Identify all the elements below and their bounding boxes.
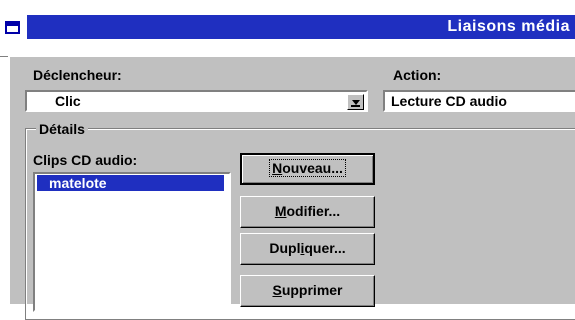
delete-label: upprimer <box>281 282 343 298</box>
title-bar-active[interactable]: Liaisons média <box>27 15 575 39</box>
trigger-value: Clic <box>55 93 81 109</box>
duplicate-label: quer... <box>304 240 346 256</box>
modify-accel: M <box>274 203 287 219</box>
window-title: Liaisons média <box>447 18 570 35</box>
details-label: Détails <box>36 121 88 137</box>
chevron-down-icon[interactable] <box>347 94 364 110</box>
new-accel: N <box>272 160 283 176</box>
duplicate-button[interactable]: Dupliquer... <box>240 233 375 265</box>
window-icon[interactable] <box>5 21 20 34</box>
clips-listbox[interactable]: matelote <box>33 172 231 312</box>
action-label: Action: <box>393 67 442 83</box>
delete-button[interactable]: Supprimer <box>240 275 375 307</box>
action-field[interactable]: Lecture CD audio <box>383 90 575 112</box>
modify-label: odifier... <box>286 203 341 219</box>
clips-label: Clips CD audio: <box>33 152 138 168</box>
trigger-label: Déclencheur: <box>33 67 122 83</box>
new-button[interactable]: Nouveau... <box>240 153 375 185</box>
delete-accel: S <box>272 282 282 298</box>
modify-button[interactable]: Modifier... <box>240 196 375 228</box>
list-item[interactable]: matelote <box>37 175 224 191</box>
trigger-dropdown[interactable]: Clic <box>25 90 368 112</box>
action-value: Lecture CD audio <box>391 93 507 109</box>
new-label: ouveau... <box>282 160 343 176</box>
title-bar: Liaisons média <box>0 0 575 57</box>
duplicate-label-pre: Dupl <box>269 240 301 256</box>
